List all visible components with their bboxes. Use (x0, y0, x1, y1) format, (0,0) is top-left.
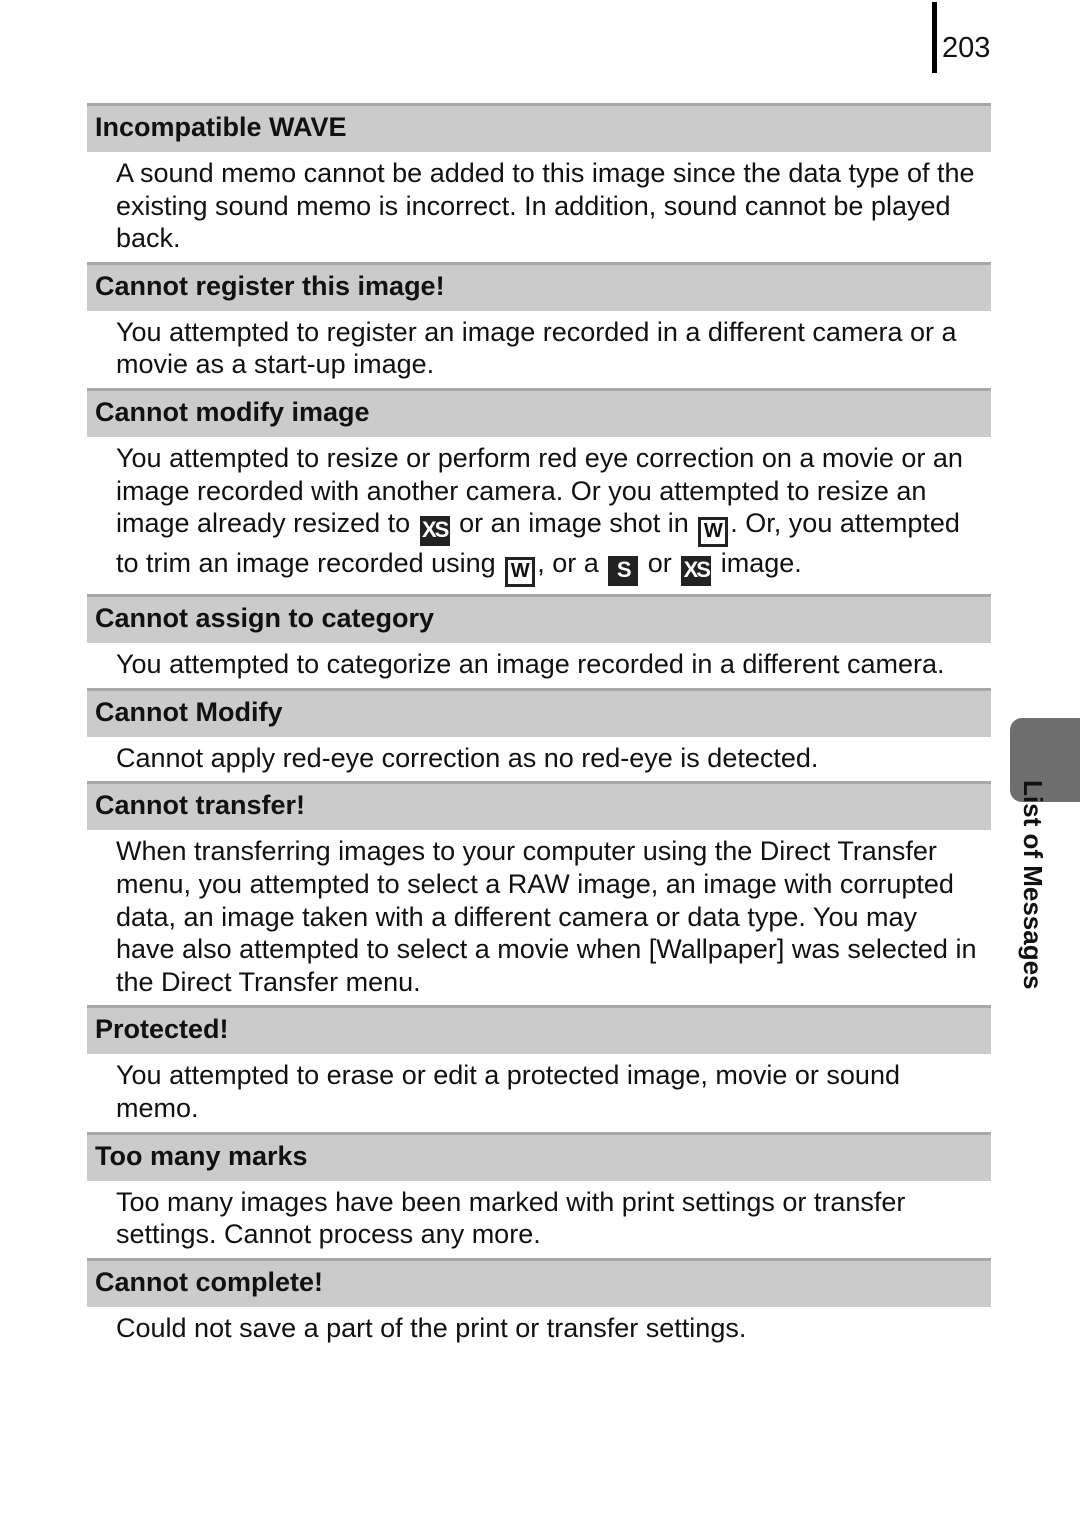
message-description: A sound memo cannot be added to this ima… (116, 158, 975, 254)
message-description: You attempted to erase or edit a protect… (116, 1060, 900, 1123)
message-description: Cannot apply red-eye correction as no re… (116, 742, 819, 773)
message-title: Protected! (87, 1005, 991, 1055)
message-title: Incompatible WAVE (87, 103, 991, 152)
message-item: Cannot complete! Could not save a part o… (87, 1257, 991, 1352)
widescreen-w-icon: W (698, 517, 729, 548)
message-item: Too many marks Too many images have been… (87, 1131, 991, 1258)
message-description: Could not save a part of the print or tr… (116, 1312, 747, 1343)
text: or an image shot in (451, 508, 697, 539)
resolution-xs-icon: XS (419, 516, 450, 547)
message-item: Protected! You attempted to erase or edi… (87, 1005, 991, 1131)
message-title: Cannot register this image! (87, 261, 991, 311)
text: , or a (537, 548, 607, 579)
message-title: Cannot modify image (87, 387, 991, 437)
message-title: Cannot assign to category (87, 594, 991, 644)
resolution-s-icon: S (608, 556, 639, 587)
widescreen-w-icon: W (505, 557, 536, 588)
message-list: Incompatible WAVE A sound memo cannot be… (87, 103, 991, 1351)
message-item: Cannot assign to category You attempted … (87, 594, 991, 688)
page-number: 203 (942, 32, 991, 64)
text: or (640, 548, 680, 579)
message-description: When transferring images to your compute… (116, 836, 977, 997)
message-item: Cannot transfer! When transferring image… (87, 781, 991, 1005)
message-item: Cannot register this image! You attempte… (87, 261, 991, 388)
message-title: Too many marks (87, 1131, 991, 1181)
message-item: Incompatible WAVE A sound memo cannot be… (87, 103, 991, 262)
message-item: Cannot Modify Cannot apply red-eye corre… (87, 687, 991, 782)
message-item: Cannot modify image You attempted to res… (87, 387, 991, 594)
message-description: Too many images have been marked with pr… (116, 1186, 906, 1250)
message-description: You attempted to categorize an image rec… (116, 649, 945, 680)
resolution-xs-icon: XS (681, 556, 712, 587)
message-description: You attempted to resize or perform red e… (87, 437, 991, 594)
message-description: You attempted to register an image recor… (116, 316, 957, 380)
text: image. (713, 548, 802, 579)
page-number-rule (932, 2, 937, 73)
message-title: Cannot Modify (87, 687, 991, 737)
message-title: Cannot transfer! (87, 781, 991, 831)
section-tab-label: List of Messages (1018, 780, 1048, 990)
message-title: Cannot complete! (87, 1257, 991, 1307)
